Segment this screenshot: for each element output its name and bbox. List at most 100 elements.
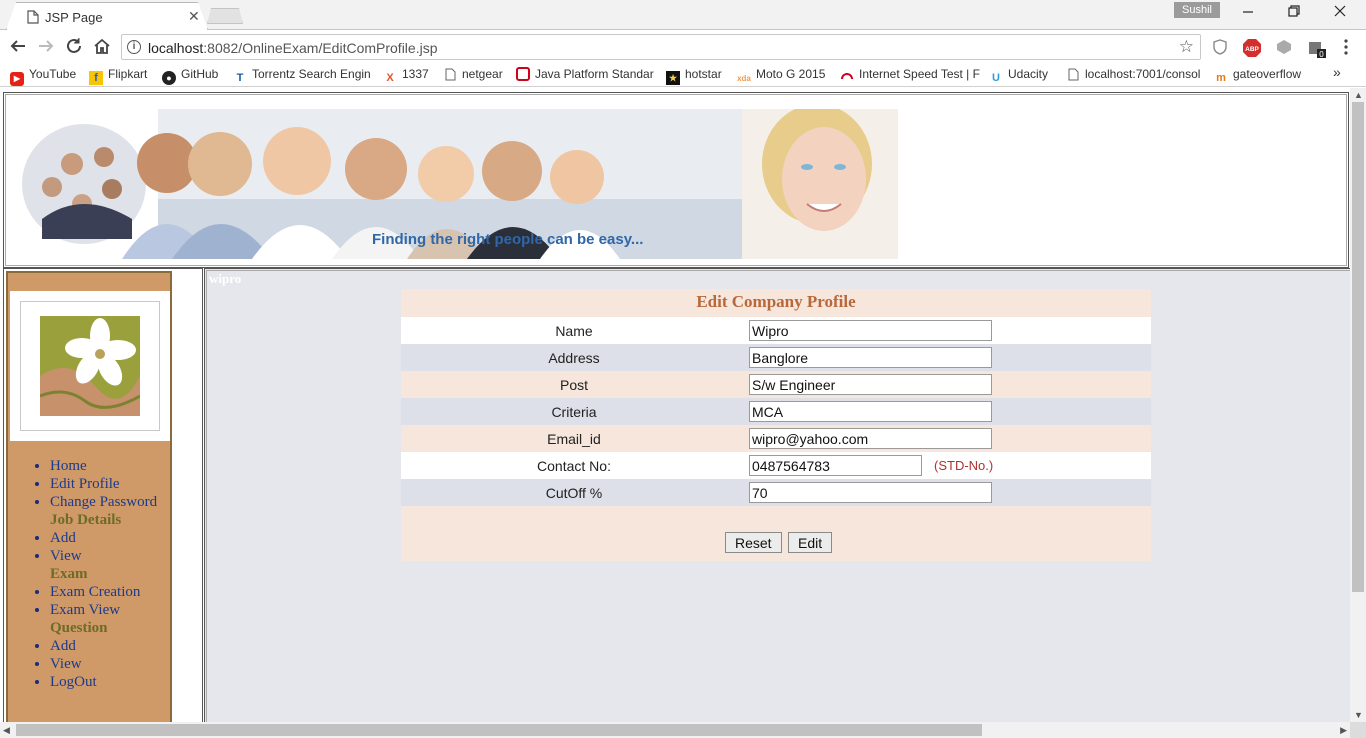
page-icon: [1066, 68, 1080, 82]
page-icon: [443, 68, 457, 82]
scroll-down-icon[interactable]: ▼: [1354, 710, 1363, 720]
adblock-plus-icon[interactable]: ABP: [1243, 39, 1261, 62]
scroll-left-icon[interactable]: ◀: [3, 725, 10, 736]
sidebar-item-logout[interactable]: LogOut: [50, 673, 163, 691]
bookmark-hotstar[interactable]: ★ hotstar: [666, 67, 722, 85]
new-tab-button[interactable]: [207, 8, 243, 24]
restore-icon[interactable]: [1288, 4, 1300, 21]
criteria-field[interactable]: [749, 401, 992, 422]
bookmarks-overflow-icon[interactable]: »: [1333, 64, 1341, 80]
bookmark-star-icon[interactable]: ☆: [1179, 37, 1194, 57]
logo-box: [10, 291, 170, 441]
minimize-icon[interactable]: [1242, 4, 1254, 21]
address-field[interactable]: [749, 347, 992, 368]
sidebar-heading-question: Question: [50, 620, 108, 636]
browser-toolbar: i localhost:8082/OnlineExam/EditComProfi…: [0, 31, 1366, 63]
info-icon[interactable]: i: [127, 40, 141, 54]
sidebar-heading-exam: Exam: [50, 566, 88, 582]
bookmark-udacity[interactable]: U Udacity: [989, 67, 1048, 85]
bookmark-1337[interactable]: X 1337: [383, 67, 428, 85]
scroll-up-icon[interactable]: ▲: [1354, 90, 1363, 100]
logged-in-user: wipro: [209, 271, 242, 286]
sidebar-item-question-add[interactable]: Add: [50, 637, 163, 655]
vertical-scrollbar[interactable]: ▲ ▼: [1350, 88, 1366, 722]
forward-icon[interactable]: [37, 37, 55, 60]
bookmark-gateoverflow[interactable]: m gateoverflow: [1214, 67, 1301, 85]
oracle-icon: [516, 67, 530, 81]
sidebar-menu: Home Edit Profile Change Password Job De…: [8, 457, 163, 691]
back-icon[interactable]: [9, 37, 27, 60]
field-label: Name: [555, 323, 593, 339]
contact-no-field[interactable]: [749, 455, 922, 476]
shield-extension-icon[interactable]: [1212, 39, 1228, 60]
banner-image: Finding the right people can be easy...: [12, 109, 898, 259]
sidebar-heading-job-details: Job Details: [50, 512, 122, 528]
reload-icon[interactable]: [65, 37, 83, 60]
url-text[interactable]: localhost:8082/OnlineExam/EditComProfile…: [148, 40, 438, 56]
sidebar-item-exam-view[interactable]: Exam View: [50, 601, 163, 619]
email-field[interactable]: [749, 428, 992, 449]
cutoff-field[interactable]: [749, 482, 992, 503]
bookmark-flipkart[interactable]: f Flipkart: [89, 67, 147, 85]
post-field[interactable]: [749, 374, 992, 395]
browser-tab[interactable]: JSP Page ✕: [6, 2, 208, 30]
scroll-right-icon[interactable]: ▶: [1340, 725, 1347, 736]
hotstar-icon: ★: [666, 71, 680, 85]
field-label: CutOff %: [545, 485, 603, 501]
form-row-criteria: Criteria: [401, 398, 1151, 425]
xda-icon: xda: [737, 74, 751, 83]
sidebar-item-home[interactable]: Home: [50, 457, 163, 475]
name-field[interactable]: [749, 320, 992, 341]
bookmark-speedtest[interactable]: Internet Speed Test | F: [840, 67, 980, 83]
horizontal-scrollbar[interactable]: ◀ ▶: [0, 722, 1350, 738]
speedtest-icon: [840, 69, 854, 83]
udacity-icon: U: [992, 72, 1000, 84]
edit-button[interactable]: Edit: [788, 532, 833, 553]
close-window-icon[interactable]: [1334, 4, 1346, 21]
sidebar-item-job-add[interactable]: Add: [50, 529, 163, 547]
bookmark-java[interactable]: Java Platform Standar: [516, 67, 654, 81]
sidebar-item-change-password[interactable]: Change Password: [50, 493, 163, 511]
home-icon[interactable]: [93, 37, 111, 60]
field-label: Post: [559, 377, 588, 393]
svg-text:Finding the right people can b: Finding the right people can be easy...: [372, 231, 643, 248]
flipkart-icon: f: [89, 71, 103, 85]
form-actions: Reset Edit: [401, 506, 1151, 561]
svg-text:0: 0: [1319, 50, 1324, 59]
bookmark-netgear[interactable]: netgear: [443, 67, 503, 82]
x-icon: X: [386, 72, 394, 84]
reset-button[interactable]: Reset: [725, 532, 782, 553]
sidebar-item-edit-profile[interactable]: Edit Profile: [50, 475, 163, 493]
gateoverflow-icon: m: [1216, 72, 1226, 84]
sidebar-item-job-view[interactable]: View: [50, 547, 163, 565]
extension-cube-icon[interactable]: [1275, 39, 1293, 60]
field-label: Email_id: [547, 431, 601, 447]
sidebar-item-exam-creation[interactable]: Exam Creation: [50, 583, 163, 601]
bookmark-localhost[interactable]: localhost:7001/consol: [1066, 67, 1200, 82]
vertical-scroll-thumb[interactable]: [1352, 102, 1364, 592]
bookmark-github[interactable]: ● GitHub: [162, 67, 218, 85]
github-icon: ●: [162, 71, 176, 85]
profile-button[interactable]: Sushil: [1174, 2, 1220, 18]
form-row-post: Post: [401, 371, 1151, 398]
menu-kebab-icon[interactable]: [1343, 38, 1349, 61]
std-hint: (STD-No.): [934, 458, 994, 473]
field-label: Criteria: [551, 404, 597, 420]
address-bar[interactable]: i localhost:8082/OnlineExam/EditComProfi…: [121, 34, 1201, 60]
scrollbar-corner: [1350, 722, 1366, 738]
youtube-icon: ▶: [10, 72, 24, 86]
banner-frame: Finding the right people can be easy...: [3, 92, 1349, 268]
bookmarks-bar: ▶ YouTube f Flipkart ● GitHub T Torrentz Sea…: [0, 63, 1366, 87]
form-title: Edit Company Profile: [401, 289, 1151, 317]
edit-profile-form: Edit Company Profile Name Address Post C…: [401, 289, 1151, 561]
close-tab-icon[interactable]: ✕: [188, 8, 200, 25]
bookmark-youtube[interactable]: ▶ YouTube: [10, 67, 76, 86]
sidebar-item-question-view[interactable]: View: [50, 655, 163, 673]
torrentz-icon: T: [236, 72, 244, 84]
horizontal-scroll-thumb[interactable]: [16, 724, 982, 736]
bookmark-moto[interactable]: xda Moto G 2015: [737, 67, 825, 86]
left-frame: Home Edit Profile Change Password Job De…: [3, 268, 203, 722]
form-row-cutoff: CutOff %: [401, 479, 1151, 506]
bookmark-torrentz[interactable]: T Torrentz Search Engin: [233, 67, 371, 85]
extension-badge-icon[interactable]: 0: [1307, 39, 1327, 64]
